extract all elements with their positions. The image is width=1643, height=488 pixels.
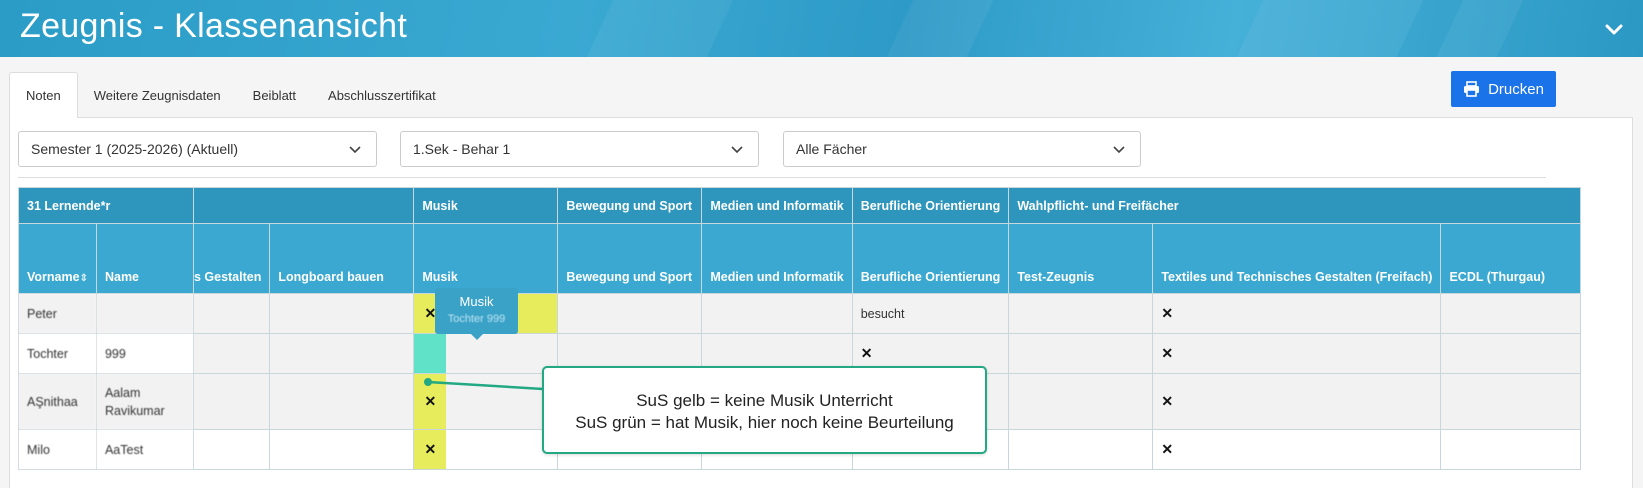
cross-icon: ✕ — [424, 393, 437, 409]
tab-bar: Noten Weitere Zeugnisdaten Beiblatt Absc… — [9, 72, 452, 118]
student-lastname: Aalam Ravikumar — [95, 373, 194, 430]
column-header-textil: Textiles und Technisches Gestalten (Frei… — [1152, 223, 1442, 294]
grade-cell[interactable] — [1440, 373, 1582, 430]
grade-cell[interactable] — [269, 429, 415, 470]
subject-select[interactable]: Alle Fächer — [783, 131, 1141, 167]
subject-select-value: Alle Fächer — [796, 141, 867, 157]
column-header-beruf: Berufliche Orientierung — [851, 223, 1010, 294]
chevron-down-icon — [731, 146, 743, 154]
group-header-row: 31 Lernende*r Musik Bewegung und Sport M… — [18, 187, 1582, 224]
cell-tooltip: Musik Tochter 999 — [435, 288, 518, 340]
grade-cell[interactable] — [269, 333, 415, 374]
column-header-longboard: Longboard bauen — [269, 223, 415, 294]
printer-icon — [1464, 81, 1480, 97]
grade-cell-musik[interactable]: ✕ — [413, 373, 559, 430]
group-header-musik: Musik — [413, 187, 559, 224]
grade-cell[interactable] — [1440, 333, 1582, 374]
student-firstname: AŞnithaa — [18, 373, 97, 430]
grade-cell[interactable] — [1440, 293, 1582, 334]
class-select[interactable]: 1.Sek - Behar 1 — [400, 131, 759, 167]
column-header-sport: Bewegung und Sport — [557, 223, 703, 294]
column-header-medien: Medien und Informatik — [701, 223, 853, 294]
grade-cell[interactable] — [192, 293, 271, 334]
cross-icon: ✕ — [1161, 441, 1174, 457]
grade-cell-textil[interactable]: ✕ — [1152, 429, 1442, 470]
chevron-down-icon[interactable] — [1603, 18, 1625, 40]
filter-divider — [18, 177, 1546, 178]
cross-icon: ✕ — [424, 441, 437, 457]
callout-line-2: SuS grün = hat Musik, hier noch keine Be… — [575, 413, 954, 432]
class-select-value: 1.Sek - Behar 1 — [413, 141, 511, 157]
group-header-beruf: Berufliche Orientierung — [851, 187, 1010, 224]
column-header-name[interactable]: Name — [95, 223, 194, 294]
grade-cell[interactable] — [1008, 373, 1154, 430]
grade-cell[interactable] — [269, 293, 415, 334]
page: Zeugnis - Klassenansicht Noten Weitere Z… — [0, 0, 1643, 488]
tooltip-subtitle: Tochter 999 — [447, 313, 506, 325]
column-header-row: Vorname⇕ Name s Gestalten Longboard baue… — [18, 223, 1582, 294]
cross-icon: ✕ — [1161, 393, 1174, 409]
tooltip-arrow — [471, 334, 483, 340]
semester-select[interactable]: Semester 1 (2025-2026) (Aktuell) — [18, 131, 377, 167]
grade-cell[interactable] — [557, 293, 703, 334]
group-header-sport: Bewegung und Sport — [557, 187, 703, 224]
semester-select-value: Semester 1 (2025-2026) (Aktuell) — [31, 141, 238, 157]
grade-cell[interactable] — [269, 373, 415, 430]
grade-cell[interactable] — [1440, 429, 1582, 470]
grade-cell-musik[interactable] — [413, 333, 559, 374]
grade-cell[interactable] — [192, 429, 271, 470]
print-button-label: Drucken — [1488, 80, 1544, 98]
group-header-medien: Medien und Informatik — [701, 187, 853, 224]
grade-cell-textil[interactable]: ✕ — [1152, 373, 1442, 430]
tab-noten[interactable]: Noten — [9, 72, 78, 118]
grade-cell[interactable] — [1008, 293, 1154, 334]
tab-beiblatt[interactable]: Beiblatt — [237, 72, 312, 118]
grade-cell-musik[interactable]: ✕ — [413, 429, 559, 470]
column-header-gestalten: s Gestalten — [192, 223, 271, 294]
student-lastname: AaTest — [95, 429, 194, 470]
cross-icon: ✕ — [1161, 345, 1174, 361]
column-header-test-zeugnis: Test-Zeugnis — [1008, 223, 1154, 294]
student-firstname: Peter — [18, 293, 97, 334]
grade-cell[interactable] — [192, 373, 271, 430]
grade-cell[interactable] — [192, 333, 271, 374]
student-firstname: Milo — [18, 429, 97, 470]
student-lastname: 999 — [95, 333, 194, 374]
grade-cell-textil[interactable]: ✕ — [1152, 333, 1442, 374]
app-header: Zeugnis - Klassenansicht — [0, 0, 1643, 57]
table-row: Peter ✕ besucht ✕ — [18, 293, 1582, 334]
grade-cell-textil[interactable]: ✕ — [1152, 293, 1442, 334]
column-header-vorname[interactable]: Vorname⇕ — [18, 223, 97, 294]
annotation-callout: SuS gelb = keine Musik Unterricht SuS gr… — [542, 366, 987, 454]
tooltip-title: Musik — [459, 294, 494, 309]
column-header-ecdl: ECDL (Thurgau) — [1440, 223, 1582, 294]
cross-icon: ✕ — [1161, 305, 1174, 321]
chevron-down-icon — [1113, 146, 1125, 154]
page-title: Zeugnis - Klassenansicht — [20, 7, 408, 45]
tab-weitere-zeugnisdaten[interactable]: Weitere Zeugnisdaten — [78, 72, 237, 118]
group-header-blank — [192, 187, 415, 224]
print-button[interactable]: Drucken — [1451, 71, 1556, 107]
sort-icon[interactable]: ⇕ — [80, 273, 88, 284]
grade-cell[interactable] — [1008, 333, 1154, 374]
cross-icon: ✕ — [860, 345, 873, 361]
group-header-wahlpflicht: Wahlpflicht- und Freifächer — [1008, 187, 1582, 224]
student-firstname: Tochter — [18, 333, 97, 374]
student-lastname — [95, 293, 194, 334]
callout-line-1: SuS gelb = keine Musik Unterricht — [636, 391, 893, 410]
grade-cell-beruf[interactable]: besucht — [851, 293, 1010, 334]
chevron-down-icon — [349, 146, 361, 154]
group-header-students: 31 Lernende*r — [18, 187, 194, 224]
grade-cell[interactable] — [1008, 429, 1154, 470]
tab-abschlusszertifikat[interactable]: Abschlusszertifikat — [312, 72, 452, 118]
column-header-musik: Musik — [413, 223, 559, 294]
grade-cell[interactable] — [701, 293, 853, 334]
